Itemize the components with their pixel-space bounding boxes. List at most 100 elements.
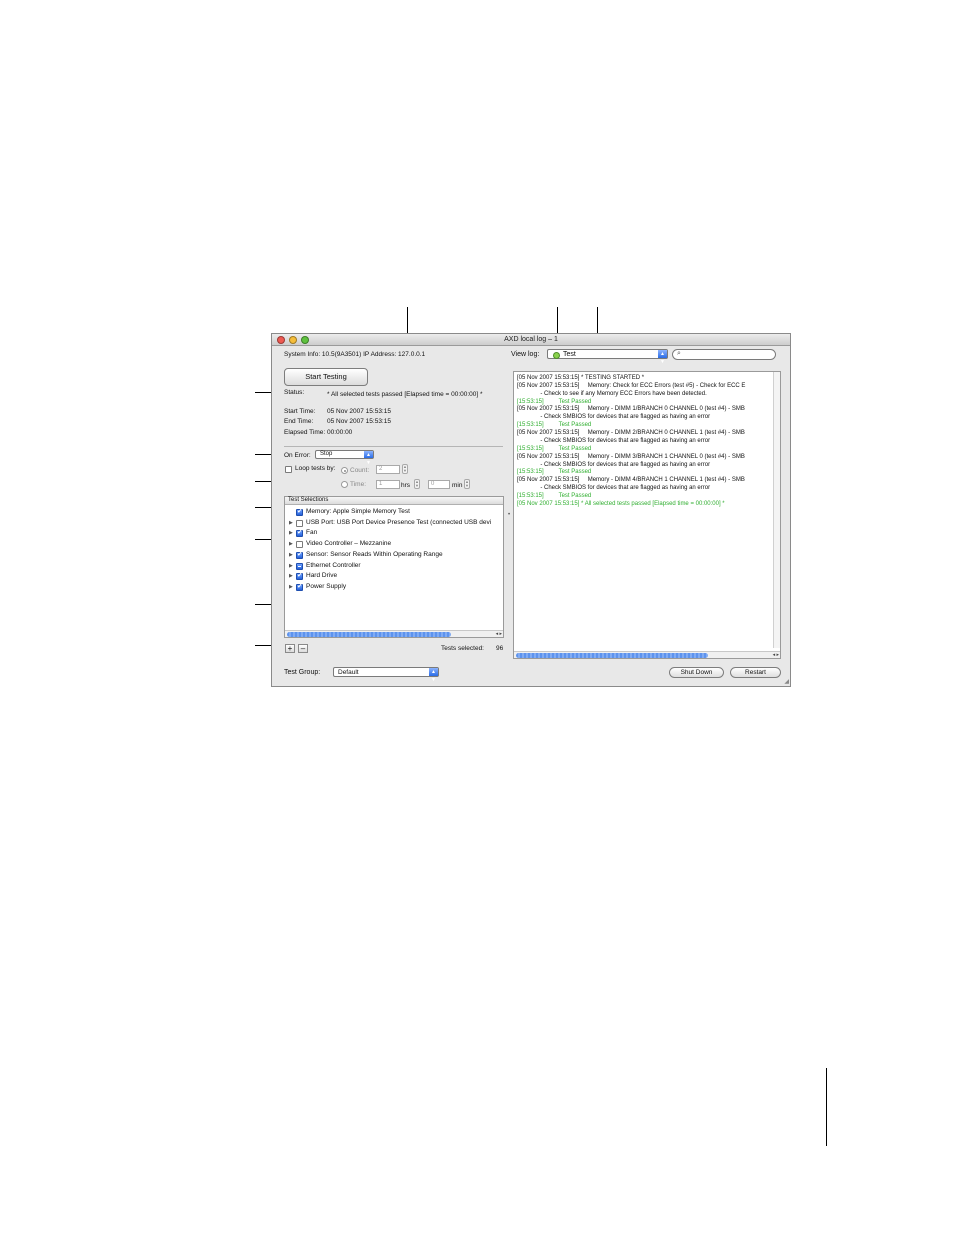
test-label: Fan <box>306 529 318 537</box>
start-time-label: Start Time: <box>284 408 316 415</box>
disclosure-triangle-icon[interactable]: ▶ <box>289 584 293 590</box>
horizontal-scrollbar[interactable]: ◂ ▸ <box>514 651 780 658</box>
test-checkbox[interactable] <box>296 562 303 570</box>
log-panel: [05 Nov 2007 15:53:15] * TESTING STARTED… <box>513 371 781 659</box>
scroll-thumb[interactable] <box>516 653 708 658</box>
tree-row[interactable]: ▶ Fan <box>289 529 501 539</box>
title-bar[interactable]: AXD local log – 1 <box>272 334 790 346</box>
tree-row[interactable]: ▶ Sensor: Sensor Reads Within Operating R… <box>289 551 501 561</box>
test-checkbox[interactable] <box>296 583 303 591</box>
hours-field[interactable]: 1 <box>376 480 400 489</box>
add-button[interactable]: + <box>285 644 295 653</box>
test-checkbox[interactable] <box>296 508 303 516</box>
view-log-value: Test <box>563 351 576 358</box>
system-info: System Info: 10.5(9A3501) IP Address: 12… <box>284 351 426 358</box>
horizontal-scrollbar[interactable]: ◂ ▸ <box>285 630 503 637</box>
count-radio[interactable] <box>341 467 348 474</box>
log-line: [05 Nov 2007 15:53:15] * TESTING STARTED… <box>517 375 645 381</box>
minutes-field[interactable]: 0 <box>428 480 450 489</box>
log-line: [05 Nov 2007 15:53:15] Memory - DIMM 3/B… <box>517 453 745 460</box>
elapsed-time-value: 00:00:00 <box>327 429 353 436</box>
time-label: Time: <box>350 481 367 488</box>
hours-unit: hrs <box>401 482 411 489</box>
on-error-label: On Error: <box>284 452 311 459</box>
tree-row[interactable]: ▶ Hard Drive <box>289 572 501 582</box>
disclosure-triangle-icon[interactable]: ▶ <box>289 563 293 569</box>
log-line: - Check SMBIOS for devices that are flag… <box>517 414 711 421</box>
test-checkbox[interactable] <box>296 519 303 527</box>
disclosure-triangle-icon[interactable]: ▶ <box>289 541 293 547</box>
minutes-stepper[interactable]: ▲ ▼ <box>464 479 470 489</box>
status-label: Status: <box>284 389 305 396</box>
remove-button[interactable]: – <box>298 644 308 653</box>
disclosure-triangle-icon[interactable]: ▶ <box>289 573 293 579</box>
restart-button[interactable]: Restart <box>730 667 781 678</box>
test-checkbox[interactable] <box>296 551 303 559</box>
chevron-updown-icon: ▲ ▼ <box>658 350 667 365</box>
hours-stepper[interactable]: ▲ ▼ <box>414 479 420 489</box>
resize-grip-icon[interactable]: ◢ <box>784 678 789 685</box>
shut-down-button[interactable]: Shut Down <box>669 667 724 678</box>
status-value: * All selected tests passed [Elapsed tim… <box>327 391 483 398</box>
test-checkbox[interactable] <box>296 572 303 581</box>
chevron-updown-icon: ▲ ▼ <box>429 668 438 683</box>
test-label: USB Port: USB Port Device Presence Test … <box>306 518 492 526</box>
log-line: - Check SMBIOS for devices that are flag… <box>517 485 711 492</box>
disclosure-triangle-icon[interactable]: ▶ <box>289 552 293 558</box>
test-label: Video Controller – Mezzanine <box>306 540 392 548</box>
log-line: [05 Nov 2007 15:53:15] Memory - DIMM 1/B… <box>517 406 745 413</box>
log-line: [15:53:15] Test Passed <box>517 469 592 476</box>
chevron-updown-icon: ▲ ▼ <box>364 451 373 466</box>
test-group-select[interactable]: Default ▲ ▼ <box>333 667 439 683</box>
tree-row[interactable]: Memory: Apple Simple Memory Test <box>289 508 501 518</box>
tree-row[interactable]: ▶ Ethernet Controller <box>289 562 501 572</box>
test-label: Sensor: Sensor Reads Within Operating Ra… <box>306 550 443 558</box>
test-checkbox[interactable] <box>296 541 303 549</box>
test-checkbox[interactable] <box>296 529 303 538</box>
tree-row[interactable]: ▶ Video Controller – Mezzanine <box>289 540 501 550</box>
search-icon: ⌕ <box>677 350 681 357</box>
disclosure-triangle-icon[interactable]: ▶ <box>289 530 293 536</box>
tests-selected-label: Tests selected: <box>441 645 484 652</box>
scroll-arrows-icon[interactable]: ◂ ▸ <box>773 652 779 658</box>
count-label: Count: <box>350 467 370 474</box>
start-time-value: 05 Nov 2007 15:53:15 <box>327 408 391 415</box>
scroll-arrows-icon[interactable]: ◂ ▸ <box>496 631 502 637</box>
tests-selected-value: 96 <box>496 645 504 652</box>
tree-row[interactable]: ▶ USB Port: USB Port Device Presence Test… <box>289 519 501 529</box>
test-label: Power Supply <box>306 582 347 590</box>
splitter-handle[interactable]: • <box>508 512 510 518</box>
test-group-label: Test Group: <box>284 669 321 676</box>
search-input[interactable]: ⌕ <box>672 349 776 360</box>
test-label: Memory: Apple Simple Memory Test <box>306 508 410 515</box>
disclosure-triangle-icon[interactable]: ▶ <box>289 520 293 526</box>
margin-rule <box>826 1068 827 1146</box>
log-line: [05 Nov 2007 15:53:15] * All selected te… <box>517 500 725 507</box>
time-radio[interactable] <box>341 481 348 488</box>
status-dot-icon <box>553 351 560 359</box>
loop-tests-checkbox[interactable] <box>285 466 292 473</box>
scroll-thumb[interactable] <box>287 632 451 637</box>
test-label: Hard Drive <box>306 572 338 580</box>
log-line: [15:53:15] Test Passed <box>517 422 592 429</box>
tree-row[interactable]: ▶ Power Supply <box>289 583 501 593</box>
test-label: Ethernet Controller <box>306 561 361 569</box>
log-line: [05 Nov 2007 15:53:15] Memory - DIMM 2/B… <box>517 430 745 437</box>
view-log-label: View log: <box>511 351 540 358</box>
view-log-select[interactable]: Test ▲ ▼ <box>547 349 668 365</box>
log-line: [15:53:15] Test Passed <box>517 493 592 500</box>
count-stepper[interactable]: ▲ ▼ <box>402 464 408 474</box>
test-group-value: Default <box>338 669 359 676</box>
on-error-select[interactable]: Stop ▲ ▼ <box>315 450 374 466</box>
log-line: [05 Nov 2007 15:53:15] Memory: Check for… <box>517 382 746 389</box>
log-line: [15:53:15] Test Passed <box>517 398 592 405</box>
divider <box>284 446 503 447</box>
test-selections-panel: Test Selections Memory: Apple Simple Mem… <box>284 496 504 638</box>
axd-window: AXD local log – 1 System Info: 10.5(9A35… <box>271 333 791 687</box>
start-testing-button[interactable]: Start Testing <box>284 368 368 386</box>
minutes-unit: min <box>452 482 463 489</box>
count-field[interactable]: 2 <box>376 465 400 474</box>
test-selections-header: Test Selections <box>285 497 503 505</box>
vertical-scrollbar[interactable] <box>773 372 780 648</box>
on-error-value: Stop <box>320 451 333 457</box>
